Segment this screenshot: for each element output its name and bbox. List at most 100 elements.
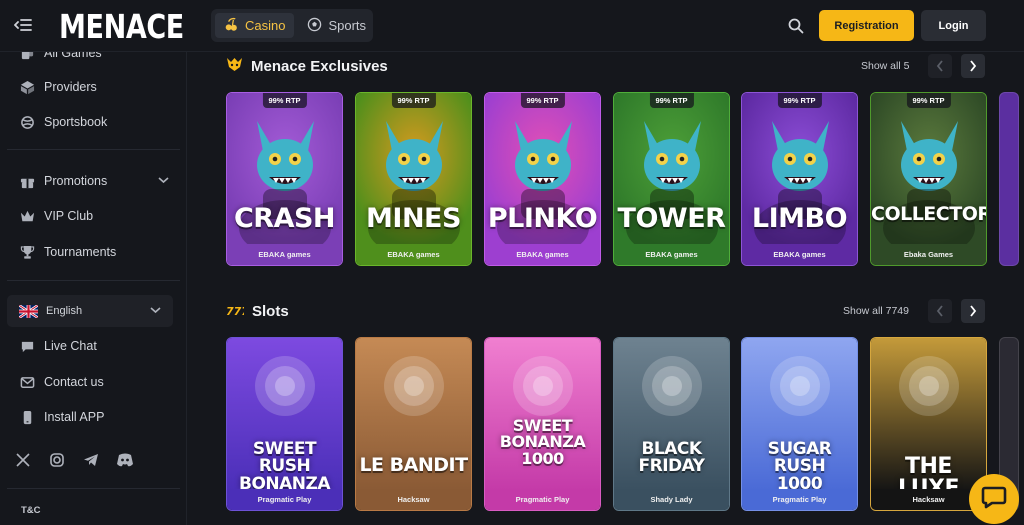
sidebar-item-all-games[interactable]: All Games	[19, 52, 169, 63]
chat-bubble-icon	[981, 485, 1007, 514]
sidebar-item-sportsbook[interactable]: Sportsbook	[19, 112, 169, 132]
game-card[interactable]: 99% RTP COLLECTOR Ebaka Games	[870, 92, 987, 266]
exclusives-prev-button[interactable]	[928, 54, 952, 78]
menace-icon	[226, 57, 243, 76]
gift-icon	[19, 173, 35, 189]
instagram-icon[interactable]	[48, 451, 66, 469]
game-card[interactable]: 99% RTP LIMBO EBAKA games	[741, 92, 858, 266]
game-provider: Pragmatic Play	[742, 489, 857, 510]
phone-icon	[19, 409, 35, 425]
rtp-badge: 99% RTP	[777, 93, 822, 108]
rtp-badge: 99% RTP	[391, 93, 436, 108]
section-header-exclusives: Menace Exclusives	[226, 54, 388, 78]
sidebar-item-promotions[interactable]: Promotions	[19, 171, 169, 191]
logo[interactable]: MENACE	[59, 7, 184, 46]
chat-icon	[19, 338, 35, 354]
login-button[interactable]: Login	[921, 10, 986, 41]
game-card[interactable]: BLACK FRIDAY Shady Lady	[613, 337, 730, 511]
main-content: Menace Exclusives Show all 5 99% RTP CRAS…	[188, 52, 1024, 525]
game-provider: EBAKA games	[356, 244, 471, 265]
game-title: SWEET BONANZA 1000	[499, 416, 586, 468]
game-card[interactable]: THE LUXEHacksaw	[870, 337, 987, 511]
game-provider: Hacksaw	[356, 489, 471, 510]
svg-text:777: 777	[226, 305, 244, 316]
sidebar-item-label: Tournaments	[44, 245, 117, 259]
section-title: Menace Exclusives	[251, 57, 388, 75]
sidebar-item-label: VIP Club	[44, 209, 94, 223]
game-title: TOWER	[617, 203, 726, 234]
game-provider: Shady Lady	[614, 489, 729, 510]
game-title: LIMBO	[751, 203, 848, 234]
game-provider: Pragmatic Play	[227, 489, 342, 510]
language-label: English	[46, 305, 83, 317]
game-card[interactable]: SUGAR RUSH 1000 Pragmatic Play	[741, 337, 858, 511]
sidebar-item-label: Contact us	[44, 375, 104, 389]
game-card[interactable]: 99% RTP TOWER EBAKA games	[613, 92, 730, 266]
rtp-badge: 99% RTP	[520, 93, 565, 108]
exclusives-next-button[interactable]	[961, 54, 985, 78]
game-thumbnail	[485, 338, 600, 491]
show-all-slots-link[interactable]: Show all 7749	[843, 305, 909, 317]
terms-link[interactable]: T&C	[21, 505, 41, 516]
tab-casino-label: Casino	[245, 18, 286, 33]
game-card[interactable]: LE BANDIT Hacksaw	[355, 337, 472, 511]
tab-sports[interactable]: Sports	[298, 13, 375, 38]
game-card-peek[interactable]	[999, 92, 1019, 266]
tab-sports-label: Sports	[328, 18, 367, 33]
sidebar-item-contact-us[interactable]: Contact us	[19, 372, 169, 392]
slots-prev-button[interactable]	[928, 299, 952, 323]
game-provider: EBAKA games	[742, 244, 857, 265]
game-card[interactable]: SWEET BONANZA 1000 Pragmatic Play	[484, 337, 601, 511]
game-title: BLACK FRIDAY	[638, 439, 705, 477]
language-selector[interactable]: English	[7, 295, 173, 327]
uk-flag-icon	[19, 304, 38, 318]
telegram-icon[interactable]	[82, 451, 100, 469]
sidebar-item-tournaments[interactable]: Tournaments	[19, 242, 169, 262]
live-chat-button[interactable]	[969, 474, 1019, 524]
cards-icon	[19, 52, 35, 61]
show-all-exclusives-link[interactable]: Show all 5	[861, 60, 909, 72]
section-title: Slots	[252, 302, 289, 320]
sidebar-item-label: Providers	[44, 80, 97, 94]
mail-icon	[19, 374, 35, 390]
tab-casino[interactable]: Casino	[215, 13, 295, 38]
sidebar-item-install-app[interactable]: Install APP	[19, 407, 169, 427]
game-card[interactable]: SWEET RUSH BONANZA Pragmatic Play	[226, 337, 343, 511]
sidebar-divider	[7, 488, 180, 489]
game-card[interactable]: 99% RTP CRASH EBAKA games	[226, 92, 343, 266]
x-icon[interactable]	[14, 451, 32, 469]
game-card[interactable]: 99% RTP PLINKO EBAKA games	[484, 92, 601, 266]
discord-icon[interactable]	[116, 451, 134, 469]
registration-button[interactable]: Registration	[819, 10, 914, 41]
soccer-ball-icon	[307, 17, 322, 35]
collapse-sidebar-icon[interactable]	[13, 15, 33, 35]
sidebar-item-live-chat[interactable]: Live Chat	[19, 336, 169, 356]
search-icon[interactable]	[786, 16, 806, 36]
sidebar-item-label: Live Chat	[44, 339, 97, 353]
sidebar-divider	[7, 280, 180, 281]
rtp-badge: 99% RTP	[906, 93, 951, 108]
slots-next-button[interactable]	[961, 299, 985, 323]
game-title: MINES	[366, 203, 461, 234]
game-provider: Pragmatic Play	[485, 489, 600, 510]
sidebar-item-label: All Games	[44, 52, 102, 60]
cherries-icon	[224, 17, 239, 35]
game-provider: EBAKA games	[614, 244, 729, 265]
cube-icon	[19, 79, 35, 95]
page: MENACE Casino Sports Registration Login	[0, 0, 1024, 525]
sidebar-item-label: Promotions	[44, 174, 108, 188]
chevron-down-icon	[150, 305, 161, 317]
game-provider: Ebaka Games	[871, 244, 986, 265]
game-provider: EBAKA games	[227, 244, 342, 265]
crown-icon	[19, 208, 35, 224]
sidebar-item-label: Sportsbook	[44, 115, 108, 129]
game-title: LE BANDIT	[359, 454, 468, 476]
game-card[interactable]: 99% RTP MINES EBAKA games	[355, 92, 472, 266]
top-bar: MENACE Casino Sports Registration Login	[0, 0, 1024, 52]
sidebar-item-providers[interactable]: Providers	[19, 77, 169, 97]
section-header-slots: 777 Slots	[226, 299, 289, 323]
sidebar-item-vip-club[interactable]: VIP Club	[19, 206, 169, 226]
product-switcher: Casino Sports	[211, 9, 373, 42]
game-title: SUGAR RUSH 1000	[767, 439, 832, 494]
sportsbook-icon	[19, 114, 35, 130]
